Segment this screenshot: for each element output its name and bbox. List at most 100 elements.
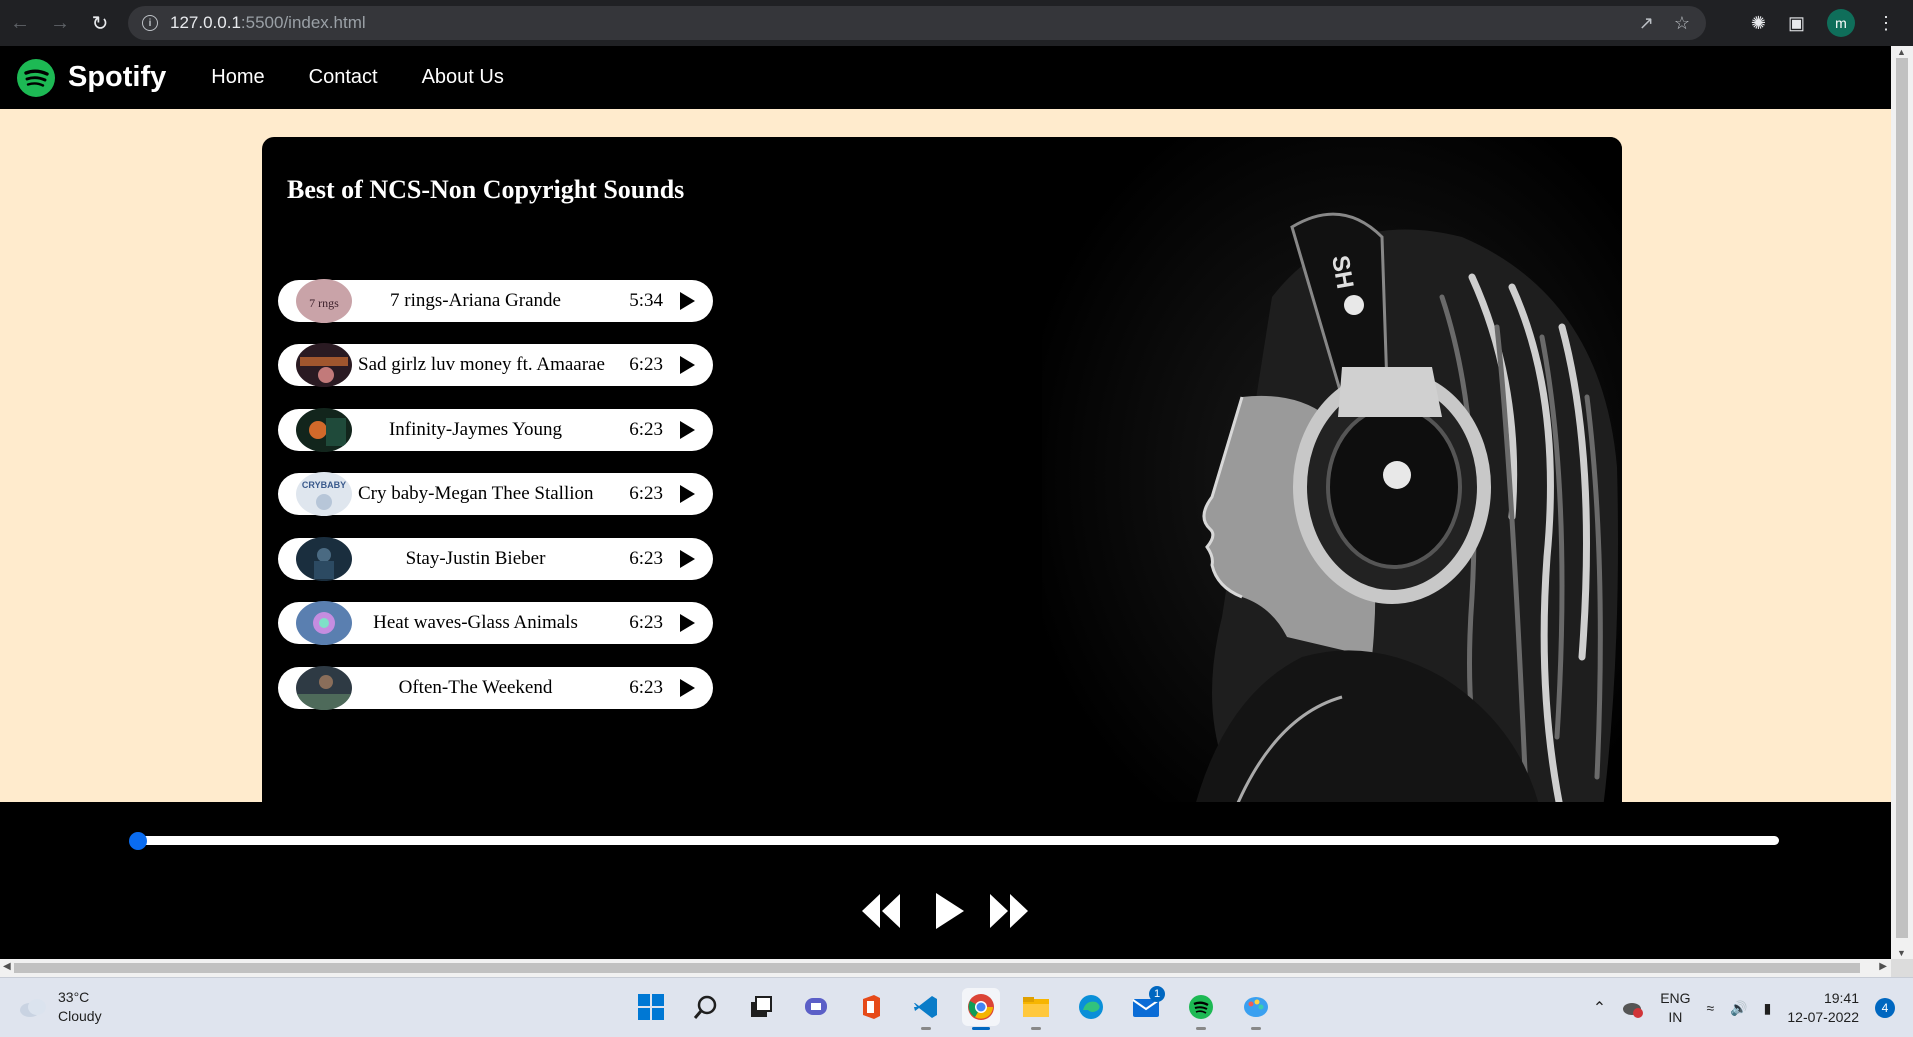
song-duration: 6:23 (629, 612, 663, 633)
battery-icon[interactable]: ▮ (1764, 1000, 1772, 1017)
song-cover-image: CRYBABY (296, 472, 352, 516)
url-host: 127.0.0.1 (170, 13, 241, 32)
progress-track[interactable] (135, 836, 1779, 845)
progress-knob[interactable] (129, 832, 147, 850)
browser-toolbar: ← → ↻ i 127.0.0.1:5500/index.html ↗ ☆ ✺ … (0, 0, 1913, 46)
extensions-icon[interactable]: ✺ (1751, 13, 1766, 34)
forward-button[interactable]: → (40, 0, 80, 46)
song-item[interactable]: 7 rngs 7 rings-Ariana Grande 5:34 (278, 279, 713, 323)
previous-track-icon[interactable] (862, 894, 900, 928)
scroll-left-icon[interactable]: ◀ (3, 961, 11, 972)
weather-condition: Cloudy (58, 1008, 102, 1024)
song-play-icon[interactable] (680, 421, 695, 439)
onedrive-error-icon[interactable] (1622, 998, 1644, 1018)
song-name: 7 rings-Ariana Grande (390, 290, 561, 311)
song-name: Cry baby-Megan Thee Stallion (358, 483, 594, 504)
weather-widget[interactable]: 33°C Cloudy (18, 988, 102, 1026)
scroll-right-icon[interactable]: ▶ (1879, 961, 1887, 972)
horizontal-scroll-thumb[interactable] (14, 963, 1860, 973)
bookmark-star-icon[interactable]: ☆ (1674, 13, 1690, 34)
back-button[interactable]: ← (0, 0, 40, 46)
song-play-icon[interactable] (680, 550, 695, 568)
song-play-icon[interactable] (680, 614, 695, 632)
song-duration: 5:34 (629, 290, 663, 311)
player-controls (862, 893, 1028, 929)
song-item[interactable]: Sad girlz luv money ft. Amaarae 6:23 (278, 343, 713, 387)
song-duration: 6:23 (629, 419, 663, 440)
weather-temperature: 33°C (58, 989, 90, 1005)
paint-icon[interactable] (1237, 988, 1275, 1030)
spotify-logo-icon[interactable] (17, 58, 55, 97)
song-play-icon[interactable] (680, 679, 695, 697)
share-icon[interactable]: ↗ (1639, 13, 1654, 34)
next-track-icon[interactable] (990, 894, 1028, 928)
clock[interactable]: 19:41 12-07-2022 (1787, 989, 1859, 1027)
wifi-icon[interactable]: ≈ (1707, 1000, 1715, 1016)
profile-avatar[interactable]: m (1827, 9, 1855, 37)
svg-text:CRYBABY: CRYBABY (302, 480, 346, 490)
play-icon[interactable] (936, 893, 964, 929)
clock-time: 19:41 (1823, 990, 1859, 1006)
task-view-icon[interactable] (742, 988, 780, 1026)
nav-about-link[interactable]: About Us (422, 66, 504, 89)
system-tray: ⌃ ENG IN ≈ 🔊 ▮ 19:41 12-07-2022 4 (1593, 988, 1895, 1028)
language-indicator[interactable]: ENG IN (1660, 989, 1690, 1027)
side-panel-icon[interactable]: ▣ (1788, 13, 1805, 34)
nav-contact-link[interactable]: Contact (309, 66, 378, 89)
menu-icon[interactable]: ⋮ (1877, 13, 1895, 34)
chrome-icon[interactable] (962, 988, 1000, 1030)
song-item[interactable]: Stay-Justin Bieber 6:23 (278, 537, 713, 581)
song-name: Stay-Justin Bieber (405, 548, 546, 569)
song-cover-image (296, 408, 352, 452)
song-item[interactable]: Infinity-Jaymes Young 6:23 (278, 408, 713, 452)
file-explorer-icon[interactable] (1017, 988, 1055, 1030)
vscode-icon[interactable] (907, 988, 945, 1030)
horizontal-scrollbar[interactable]: ◀ ▶ (0, 959, 1891, 977)
headphones-hero-image: SH (1042, 137, 1622, 817)
start-icon[interactable] (632, 988, 670, 1026)
song-cover-image (296, 537, 352, 581)
song-cover-image (296, 343, 352, 387)
search-icon[interactable] (687, 988, 725, 1026)
song-name: Heat waves-Glass Animals (373, 612, 578, 633)
page-viewport: Spotify Home Contact About Us Best of NC… (0, 46, 1891, 959)
taskbar-apps: 1 (632, 986, 1275, 1030)
mail-icon[interactable]: 1 (1127, 986, 1165, 1026)
nav-home-link[interactable]: Home (211, 66, 264, 89)
notification-badge[interactable]: 4 (1875, 998, 1895, 1018)
svg-text:SH: SH (1326, 253, 1358, 291)
windows-taskbar: 33°C Cloudy 1 ⌃ ENG IN ≈ 🔊 ▮ 19:41 12-07… (0, 977, 1913, 1037)
song-item[interactable]: Heat waves-Glass Animals 6:23 (278, 601, 713, 645)
clock-date: 12-07-2022 (1787, 1009, 1859, 1025)
edge-icon[interactable] (1072, 988, 1110, 1026)
song-item[interactable]: CRYBABY Cry baby-Megan Thee Stallion 6:2… (278, 472, 713, 516)
song-play-icon[interactable] (680, 292, 695, 310)
vertical-scrollbar[interactable]: ▲ ▼ (1891, 46, 1913, 959)
song-name: Sad girlz luv money ft. Amaarae (358, 354, 605, 375)
song-duration: 6:23 (629, 677, 663, 698)
song-cover-image: 7 rngs (296, 279, 352, 323)
address-bar[interactable]: i 127.0.0.1:5500/index.html ↗ ☆ (128, 6, 1706, 40)
language-code: ENG (1660, 990, 1691, 1006)
song-play-icon[interactable] (680, 485, 695, 503)
site-info-icon[interactable]: i (142, 15, 158, 31)
scroll-up-icon[interactable]: ▲ (1897, 47, 1906, 57)
svg-text:7 rngs: 7 rngs (309, 296, 339, 310)
scroll-down-icon[interactable]: ▼ (1897, 948, 1906, 958)
vertical-scroll-thumb[interactable] (1896, 58, 1908, 938)
volume-icon[interactable]: 🔊 (1730, 1000, 1747, 1017)
teams-chat-icon[interactable] (797, 988, 835, 1026)
playlist-title: Best of NCS-Non Copyright Sounds (287, 175, 685, 204)
cloud-icon (20, 999, 46, 1017)
office-icon[interactable] (852, 988, 890, 1026)
reload-button[interactable]: ↻ (80, 0, 120, 46)
scrollbar-corner (1891, 959, 1913, 977)
brand-name[interactable]: Spotify (68, 61, 166, 94)
song-name: Often-The Weekend (398, 677, 553, 698)
player-bar (0, 802, 1891, 959)
chevron-up-icon[interactable]: ⌃ (1593, 998, 1606, 1018)
spotify-taskbar-icon[interactable] (1182, 988, 1220, 1030)
song-item[interactable]: Often-The Weekend 6:23 (278, 666, 713, 710)
song-play-icon[interactable] (680, 356, 695, 374)
url-path: :5500/index.html (240, 13, 366, 32)
